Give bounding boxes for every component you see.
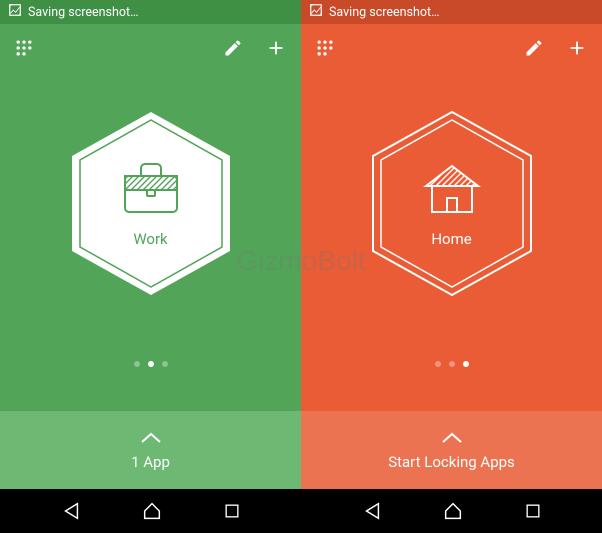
- page-dot: [449, 361, 455, 367]
- add-button[interactable]: [265, 37, 287, 59]
- main-area: Home: [301, 72, 602, 411]
- screen-home: Saving screenshot…: [301, 0, 602, 533]
- nav-recent-button[interactable]: [523, 501, 543, 521]
- screenshot-icon: [8, 3, 22, 21]
- nav-back-button[interactable]: [60, 500, 82, 522]
- edit-button[interactable]: [223, 38, 243, 58]
- nav-back-button[interactable]: [361, 500, 383, 522]
- edit-button[interactable]: [524, 38, 544, 58]
- badge-label: Work: [133, 230, 167, 248]
- nav-home-button[interactable]: [442, 500, 464, 522]
- android-statusbar: Saving screenshot…: [0, 0, 301, 24]
- add-button[interactable]: [566, 37, 588, 59]
- statusbar-text: Saving screenshot…: [329, 5, 439, 20]
- page-indicator: [134, 361, 168, 367]
- statusbar-text: Saving screenshot…: [28, 5, 138, 20]
- android-statusbar: Saving screenshot…: [301, 0, 602, 24]
- footer-label: 1 App: [131, 453, 170, 471]
- chevron-up-icon: [140, 430, 162, 449]
- page-dot: [463, 361, 469, 367]
- appbar: [301, 24, 602, 72]
- briefcase-icon: [119, 160, 183, 220]
- screenshot-icon: [309, 3, 323, 21]
- nav-home-button[interactable]: [141, 500, 163, 522]
- page-dot: [134, 361, 140, 367]
- profile-badge-work[interactable]: Work: [66, 106, 236, 301]
- page-dot: [162, 361, 168, 367]
- android-navbar: [0, 489, 301, 533]
- screen-work: Saving screenshot…: [0, 0, 301, 533]
- footer-panel[interactable]: Start Locking Apps: [301, 411, 602, 489]
- footer-panel[interactable]: 1 App: [0, 411, 301, 489]
- android-navbar: [301, 489, 602, 533]
- nav-recent-button[interactable]: [222, 501, 242, 521]
- appbar: [0, 24, 301, 72]
- page-dot: [435, 361, 441, 367]
- house-icon: [420, 160, 484, 220]
- page-indicator: [435, 361, 469, 367]
- profile-badge-home[interactable]: Home: [367, 106, 537, 301]
- chevron-up-icon: [441, 430, 463, 449]
- footer-label: Start Locking Apps: [388, 453, 515, 471]
- page-dot: [148, 361, 154, 367]
- main-area: Work: [0, 72, 301, 411]
- dialpad-icon[interactable]: [315, 38, 335, 58]
- badge-label: Home: [431, 230, 471, 248]
- dialpad-icon[interactable]: [14, 38, 34, 58]
